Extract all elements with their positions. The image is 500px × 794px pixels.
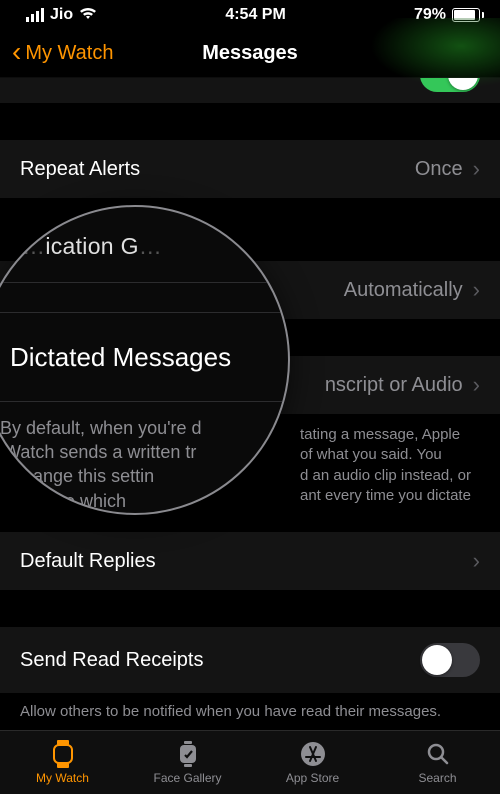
toggle-switch[interactable]	[420, 643, 480, 677]
haptic-row-partial[interactable]	[0, 78, 500, 104]
magnifier-partial-top: …ication G…	[0, 233, 288, 260]
magnifier-heading: Dictated Messages	[0, 312, 288, 401]
magnifier-callout: …ication G… Dictated Messages By default…	[0, 205, 290, 515]
tab-label: My Watch	[36, 771, 89, 785]
tab-search[interactable]: Search	[375, 731, 500, 794]
repeat-alerts-row[interactable]: Repeat Alerts Once ›	[0, 140, 500, 199]
row-value: Automatically	[344, 279, 463, 302]
tab-label: Search	[418, 771, 456, 785]
section-gap	[0, 104, 500, 140]
battery-icon	[452, 8, 484, 22]
app-store-icon	[298, 740, 328, 768]
cellular-signal-icon	[26, 8, 44, 22]
page-title: Messages	[202, 42, 298, 65]
row-value: Once	[415, 158, 463, 181]
magnifier-body: By default, when you're d Watch sends a …	[0, 402, 288, 513]
row-label: Default Replies	[20, 550, 156, 573]
back-button[interactable]: ‹ My Watch	[12, 42, 113, 66]
chevron-right-icon: ›	[473, 156, 480, 182]
nav-bar: ‹ My Watch Messages	[0, 30, 500, 78]
status-bar: Jio 4:54 PM 79%	[0, 0, 500, 30]
tab-bar: My Watch Face Gallery App Store Search	[0, 730, 500, 794]
row-label: Repeat Alerts	[20, 158, 140, 181]
battery-percent: 79%	[414, 6, 446, 24]
search-icon	[423, 740, 453, 768]
row-value: nscript or Audio	[325, 374, 463, 397]
toggle-switch[interactable]	[420, 78, 480, 92]
wifi-icon	[79, 6, 97, 24]
read-receipts-row[interactable]: Send Read Receipts	[0, 627, 500, 694]
watch-icon	[48, 740, 78, 768]
tab-app-store[interactable]: App Store	[250, 731, 375, 794]
chevron-left-icon: ‹	[12, 38, 21, 66]
tab-face-gallery[interactable]: Face Gallery	[125, 731, 250, 794]
face-gallery-icon	[173, 740, 203, 768]
default-replies-row[interactable]: Default Replies ›	[0, 532, 500, 591]
tab-my-watch[interactable]: My Watch	[0, 731, 125, 794]
status-time: 4:54 PM	[225, 6, 285, 24]
status-left: Jio	[26, 6, 97, 24]
tab-label: App Store	[286, 771, 339, 785]
chevron-right-icon: ›	[473, 548, 480, 574]
carrier-label: Jio	[50, 6, 73, 24]
back-label: My Watch	[25, 42, 113, 65]
chevron-right-icon: ›	[473, 277, 480, 303]
chevron-right-icon: ›	[473, 372, 480, 398]
tab-label: Face Gallery	[153, 771, 221, 785]
row-label: Send Read Receipts	[20, 649, 203, 672]
section-gap	[0, 591, 500, 627]
status-right: 79%	[414, 6, 484, 24]
